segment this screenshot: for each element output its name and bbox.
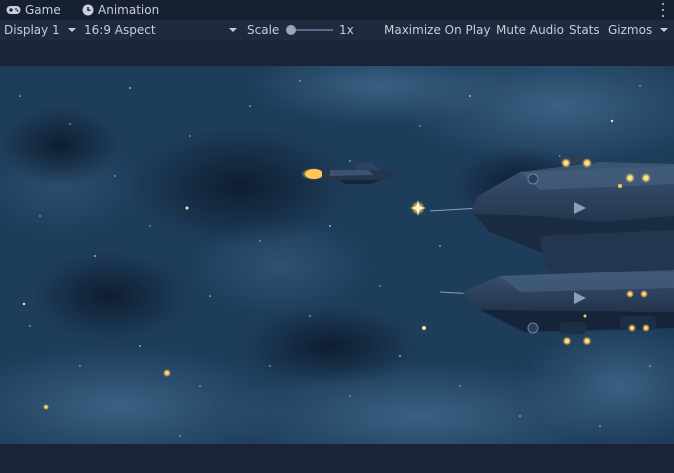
display-dropdown-caret-icon[interactable]	[68, 28, 76, 32]
aspect-dropdown[interactable]: 16:9 Aspect	[84, 20, 156, 40]
editor-tab-bar: Game Animation	[0, 0, 674, 20]
stats-toggle[interactable]: Stats	[569, 20, 600, 40]
more-options-icon[interactable]	[661, 3, 665, 17]
gizmos-dropdown-caret-icon[interactable]	[660, 28, 668, 32]
animation-clock-icon	[82, 4, 94, 16]
game-viewport[interactable]	[0, 66, 674, 444]
scale-label: Scale	[247, 23, 280, 37]
tab-animation-label: Animation	[98, 3, 160, 17]
scale-value: 1x	[339, 23, 354, 37]
tab-animation[interactable]: Animation	[82, 0, 159, 20]
display-dropdown[interactable]: Display 1	[4, 20, 60, 40]
tab-game-label: Game	[25, 3, 61, 17]
tab-game[interactable]: Game	[6, 0, 61, 20]
gizmos-toggle[interactable]: Gizmos	[608, 20, 652, 40]
mute-audio-toggle[interactable]: Mute Audio	[496, 20, 564, 40]
maximize-on-play-toggle[interactable]: Maximize On Play	[384, 20, 491, 40]
gamepad-icon	[6, 6, 21, 14]
aspect-dropdown-caret-icon[interactable]	[229, 28, 237, 32]
